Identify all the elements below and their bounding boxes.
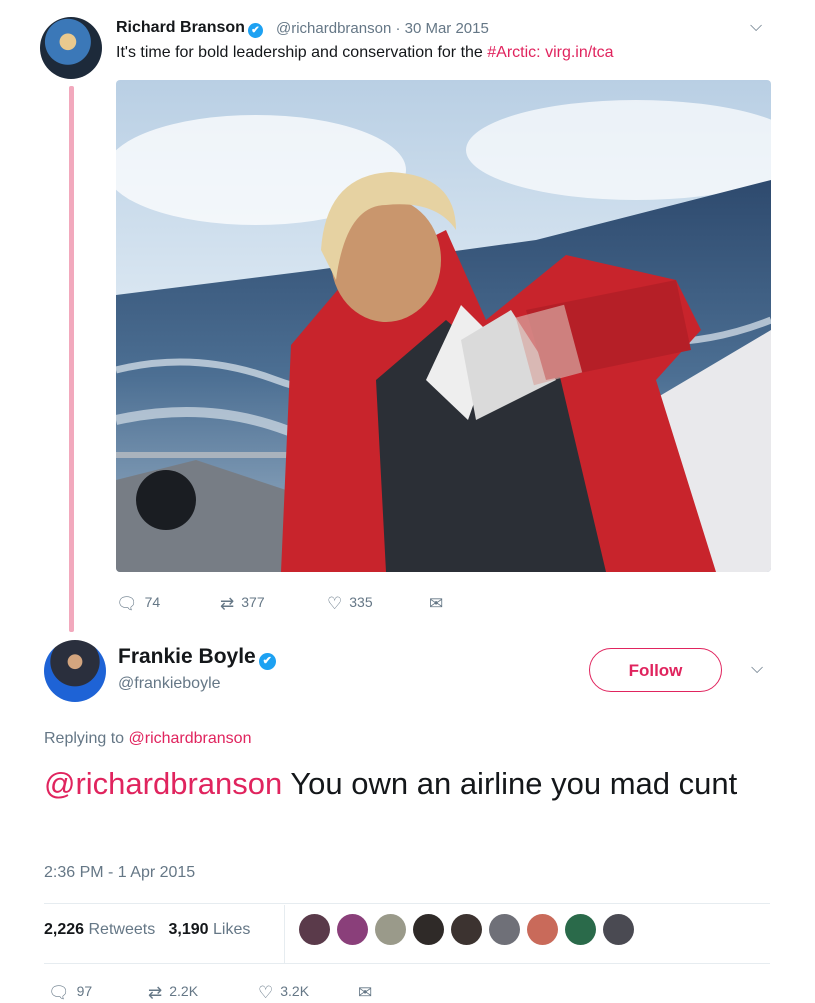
envelope-icon: ✉︎: [358, 983, 373, 1002]
chevron-down-icon[interactable]: ⌵: [750, 18, 762, 36]
retweet-action[interactable]: ⇄ 2.2K: [148, 983, 198, 1003]
reply-tweet-body: You own an airline you mad cunt: [282, 766, 738, 801]
tweet-text-prefix: It's time for bold leadership and conser…: [116, 44, 488, 61]
likes-stat[interactable]: 3,190 Likes: [169, 921, 251, 938]
retweet-count: 2.2K: [169, 983, 199, 999]
liker-avatar[interactable]: [451, 914, 482, 945]
reply-count: 97: [76, 983, 93, 999]
virgin-tca-link[interactable]: : virg.in/tca: [536, 44, 613, 61]
like-count: 3.2K: [280, 983, 310, 999]
reply-author-handle[interactable]: @frankieboyle: [118, 675, 221, 693]
thread-connector-line: [69, 86, 74, 632]
reply-icon: 🗨︎: [48, 983, 70, 1002]
retweet-icon: ⇄: [220, 594, 235, 613]
reply-tweet-author[interactable]: Frankie Boyle ✔: [118, 645, 276, 670]
replying-to-label: Replying to: [44, 730, 129, 747]
liker-avatar[interactable]: [527, 914, 558, 945]
reply-action[interactable]: 🗨︎ 97: [48, 983, 92, 1003]
liker-avatar[interactable]: [489, 914, 520, 945]
tweet-timestamp[interactable]: 2:36 PM - 1 Apr 2015: [44, 864, 195, 882]
tweet-photo[interactable]: [116, 80, 771, 572]
like-count: 335: [349, 594, 373, 610]
verified-badge-icon: ✔: [247, 23, 263, 38]
replying-to-line: Replying to @richardbranson: [44, 730, 251, 748]
reply-icon: 🗨︎: [116, 594, 138, 613]
follow-button[interactable]: Follow: [589, 648, 722, 692]
liker-avatar[interactable]: [299, 914, 330, 945]
tweet-stats: 2,226 Retweets 3,190 Likes: [44, 921, 250, 939]
stats-divider: [284, 905, 285, 963]
direct-message-action[interactable]: ✉︎: [358, 983, 379, 1003]
retweet-icon: ⇄: [148, 983, 163, 1002]
mention-link[interactable]: @richardbranson: [44, 766, 282, 801]
divider: [44, 903, 770, 904]
liker-avatar[interactable]: [565, 914, 596, 945]
arctic-hashtag-link[interactable]: #Arctic: [487, 44, 536, 61]
reply-action[interactable]: 🗨︎ 74: [116, 594, 160, 614]
author-name[interactable]: Richard Branson: [116, 19, 245, 36]
retweet-count: 377: [241, 594, 265, 610]
verified-badge-icon: ✔: [258, 653, 276, 670]
retweet-action[interactable]: ⇄ 377: [220, 594, 265, 614]
liker-avatar[interactable]: [413, 914, 444, 945]
liker-avatar[interactable]: [603, 914, 634, 945]
liker-avatar[interactable]: [375, 914, 406, 945]
reply-author-name[interactable]: Frankie Boyle: [118, 645, 256, 668]
direct-message-action[interactable]: ✉︎: [429, 594, 450, 614]
likes-label: Likes: [208, 921, 251, 938]
retweets-total: 2,226: [44, 921, 85, 938]
retweets-label: Retweets: [84, 921, 156, 938]
heart-icon: ♡: [327, 594, 343, 613]
liker-avatar[interactable]: [337, 914, 368, 945]
replying-to-mention-link[interactable]: @richardbranson: [129, 730, 252, 747]
sailing-photo-image: [116, 80, 771, 572]
chevron-down-icon[interactable]: ⌵: [751, 660, 763, 678]
like-action[interactable]: ♡ 3.2K: [258, 983, 309, 1003]
original-tweet-author[interactable]: Richard Branson ✔: [116, 19, 263, 38]
original-tweet-text: It's time for bold leadership and conser…: [116, 44, 614, 62]
reply-tweet-text: @richardbranson You own an airline you m…: [44, 763, 784, 805]
divider: [44, 963, 770, 964]
like-action[interactable]: ♡ 335: [327, 594, 373, 614]
retweets-stat[interactable]: 2,226 Retweets: [44, 921, 155, 938]
reply-count: 74: [144, 594, 161, 610]
envelope-icon: ✉︎: [429, 594, 444, 613]
likes-total: 3,190: [168, 921, 209, 938]
frankie-boyle-avatar[interactable]: [44, 640, 106, 702]
original-tweet-handle-date[interactable]: @richardbranson · 30 Mar 2015: [276, 20, 489, 37]
richard-branson-avatar[interactable]: [40, 17, 102, 79]
heart-icon: ♡: [258, 983, 274, 1002]
